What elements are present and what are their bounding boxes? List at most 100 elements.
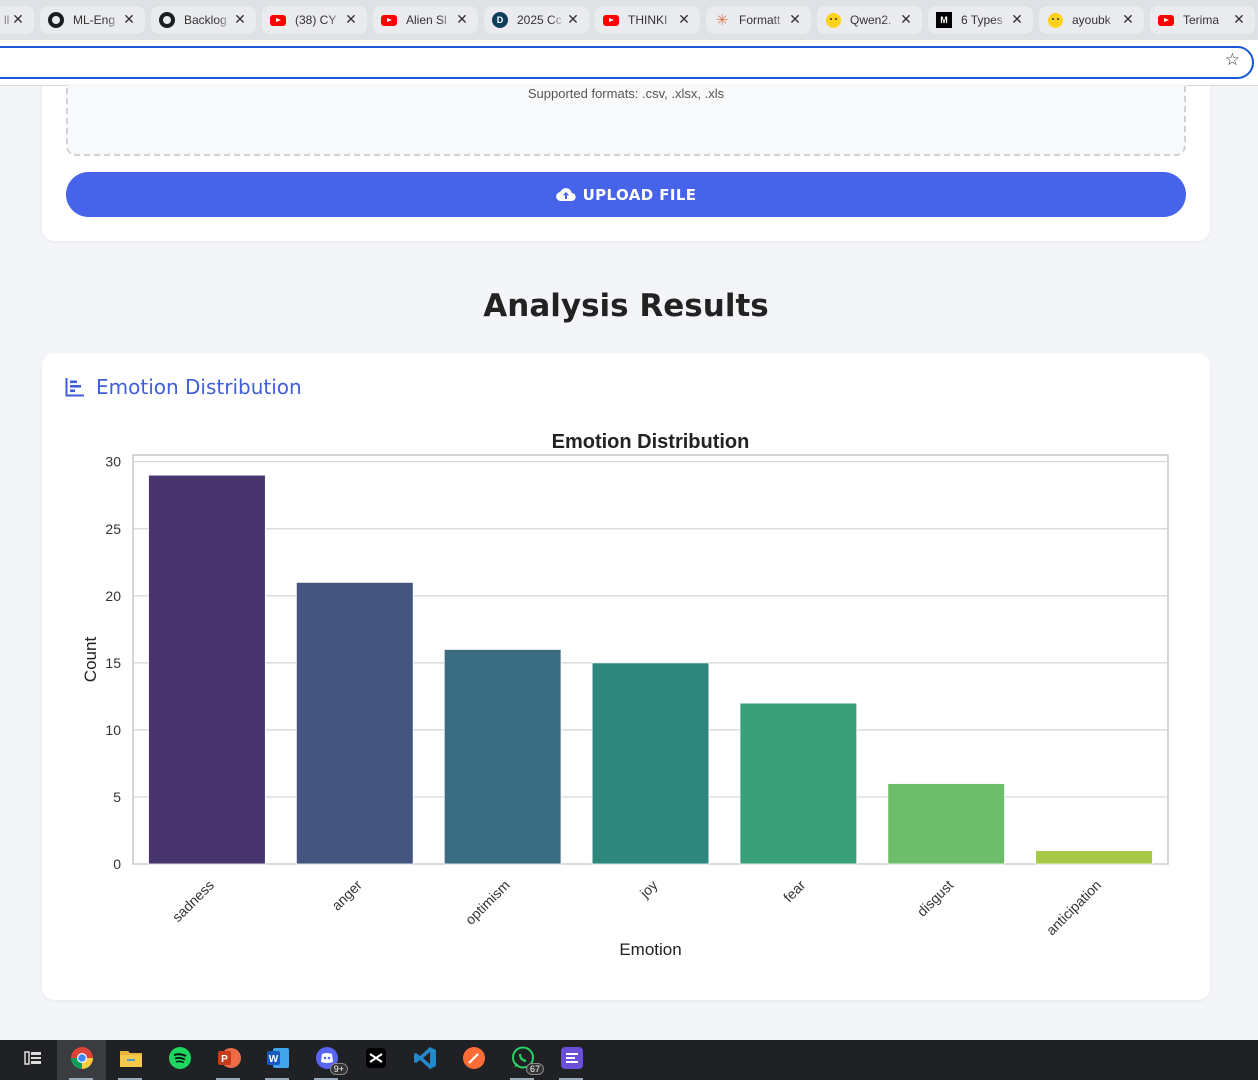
bar-optimism bbox=[443, 649, 562, 865]
vscode-icon bbox=[413, 1046, 437, 1074]
browser-tab[interactable]: (38) CY ✕ bbox=[262, 6, 367, 34]
y-tick-label: 20 bbox=[105, 588, 121, 604]
svg-text:W: W bbox=[268, 1054, 278, 1065]
postman-icon bbox=[462, 1046, 486, 1074]
address-bar[interactable] bbox=[0, 46, 1254, 79]
browser-tab[interactable]: ML-Eng ✕ bbox=[40, 6, 145, 34]
close-tab-icon[interactable]: ✕ bbox=[565, 12, 581, 28]
browser-tab[interactable]: ayoubk ✕ bbox=[1039, 6, 1144, 34]
supported-formats-text: Supported formats: .csv, .xlsx, .xls bbox=[527, 86, 725, 101]
close-tab-icon[interactable]: ✕ bbox=[1231, 12, 1247, 28]
x-tick-label: disgust bbox=[914, 877, 957, 920]
task-view-icon bbox=[23, 1050, 42, 1070]
close-tab-icon[interactable]: ✕ bbox=[343, 12, 359, 28]
y-axis-label: Count bbox=[81, 637, 100, 683]
browser-tab[interactable]: Qwen2. ✕ bbox=[817, 6, 922, 34]
powerpoint-taskbar-button[interactable]: P bbox=[204, 1040, 253, 1080]
spotify-icon bbox=[168, 1046, 192, 1074]
cloud-upload-icon bbox=[555, 188, 576, 202]
close-tab-icon[interactable]: ✕ bbox=[1120, 12, 1136, 28]
github-icon bbox=[48, 12, 64, 28]
tab-title: llı bbox=[4, 13, 10, 27]
file-explorer-taskbar-button[interactable] bbox=[106, 1040, 155, 1080]
word-icon: W bbox=[265, 1046, 291, 1074]
upload-file-button[interactable]: UPLOAD FILE bbox=[66, 172, 1186, 217]
browser-tab[interactable]: M 6 Types ✕ bbox=[928, 6, 1033, 34]
windows-taskbar: P W 9+ 67 bbox=[0, 1040, 1258, 1080]
chrome-icon bbox=[70, 1046, 94, 1074]
close-tab-icon[interactable]: ✕ bbox=[898, 12, 914, 28]
close-tab-icon[interactable]: ✕ bbox=[10, 12, 26, 28]
tab-title: ayoubk bbox=[1072, 13, 1111, 27]
medium-icon: M bbox=[936, 12, 952, 28]
file-dropzone[interactable]: Supported formats: .csv, .xlsx, .xls bbox=[66, 84, 1186, 156]
d-logo-icon: D bbox=[492, 12, 508, 28]
tab-title: Terima bbox=[1183, 13, 1220, 27]
claude-icon: ✳ bbox=[715, 11, 729, 29]
vscode-taskbar-button[interactable] bbox=[400, 1040, 449, 1080]
huggingface-icon bbox=[1047, 12, 1063, 28]
spotify-taskbar-button[interactable] bbox=[155, 1040, 204, 1080]
y-tick-label: 15 bbox=[105, 655, 121, 671]
x-tick-label: optimism bbox=[462, 877, 513, 928]
task-view-taskbar-button[interactable] bbox=[8, 1040, 57, 1080]
close-tab-icon[interactable]: ✕ bbox=[232, 12, 248, 28]
tab-title: 6 Types bbox=[961, 13, 1003, 27]
bar-anger bbox=[295, 581, 414, 865]
capcut-taskbar-button[interactable] bbox=[351, 1040, 400, 1080]
x-tick-label: anticipation bbox=[1043, 877, 1104, 938]
powerpoint-icon: P bbox=[216, 1046, 242, 1074]
x-tick-label: sadness bbox=[169, 877, 217, 925]
emotion-distribution-card: Emotion Distribution 0 5 10 15 20 25 30 sadness… bbox=[42, 353, 1210, 1000]
browser-tab[interactable]: llı✕ bbox=[0, 6, 34, 34]
y-tick-label: 30 bbox=[105, 454, 121, 470]
y-tick-label: 25 bbox=[105, 521, 121, 537]
postman-taskbar-button[interactable] bbox=[449, 1040, 498, 1080]
svg-text:P: P bbox=[221, 1054, 228, 1065]
chart-title: Emotion Distribution bbox=[552, 431, 750, 453]
bar-joy bbox=[591, 662, 710, 865]
x-tick-label: anger bbox=[328, 877, 365, 914]
close-tab-icon[interactable]: ✕ bbox=[454, 12, 470, 28]
browser-tab[interactable]: Alien Sl ✕ bbox=[373, 6, 478, 34]
upload-file-label: UPLOAD FILE bbox=[582, 185, 697, 204]
notes-app-icon bbox=[560, 1046, 584, 1074]
github-icon bbox=[159, 12, 175, 28]
bar-sadness bbox=[148, 474, 266, 865]
browser-toolbar: ☆ bbox=[0, 40, 1258, 86]
discord-taskbar-button[interactable]: 9+ bbox=[302, 1040, 351, 1080]
close-tab-icon[interactable]: ✕ bbox=[787, 12, 803, 28]
y-tick-label: 0 bbox=[113, 856, 121, 872]
close-tab-icon[interactable]: ✕ bbox=[676, 12, 692, 28]
x-tick-label: fear bbox=[780, 877, 809, 906]
browser-tab[interactable]: THINKI ✕ bbox=[595, 6, 700, 34]
word-taskbar-button[interactable]: W bbox=[253, 1040, 302, 1080]
browser-tab[interactable]: Backlog ✕ bbox=[151, 6, 256, 34]
browser-tab[interactable]: Terima ✕ bbox=[1150, 6, 1255, 34]
youtube-icon bbox=[381, 12, 397, 28]
close-tab-icon[interactable]: ✕ bbox=[121, 12, 137, 28]
notes-app-taskbar-button[interactable] bbox=[547, 1040, 596, 1080]
youtube-icon bbox=[603, 12, 619, 28]
whatsapp-taskbar-button[interactable]: 67 bbox=[498, 1040, 547, 1080]
chrome-taskbar-button[interactable] bbox=[57, 1040, 106, 1080]
x-axis-label: Emotion bbox=[619, 940, 681, 959]
close-tab-icon[interactable]: ✕ bbox=[1009, 12, 1025, 28]
browser-tab-strip: llı✕ML-Eng✕Backlog✕(38) CY✕Alien Sl✕D202… bbox=[0, 0, 1258, 40]
browser-tab[interactable]: ✳ Formatt ✕ bbox=[706, 6, 811, 34]
tab-title: Formatt bbox=[739, 13, 781, 27]
youtube-icon bbox=[1158, 12, 1174, 28]
bar-anticipation bbox=[1035, 850, 1153, 865]
emotion-bar-chart: 0 5 10 15 20 25 30 sadness anger optimism joy fear d… bbox=[81, 431, 1169, 959]
notification-badge: 9+ bbox=[329, 1063, 348, 1075]
tab-title: Alien Sl bbox=[406, 13, 447, 27]
capcut-icon bbox=[365, 1047, 387, 1073]
bar-fear bbox=[739, 702, 858, 865]
browser-tab[interactable]: D 2025 Cc ✕ bbox=[484, 6, 589, 34]
star-icon[interactable]: ☆ bbox=[1225, 50, 1240, 70]
y-tick-label: 10 bbox=[105, 722, 121, 738]
tab-title: ML-Eng bbox=[73, 13, 116, 27]
analysis-results-title: Analysis Results bbox=[483, 288, 769, 324]
tab-title: THINKI bbox=[628, 13, 668, 27]
file-explorer-icon bbox=[119, 1048, 143, 1072]
